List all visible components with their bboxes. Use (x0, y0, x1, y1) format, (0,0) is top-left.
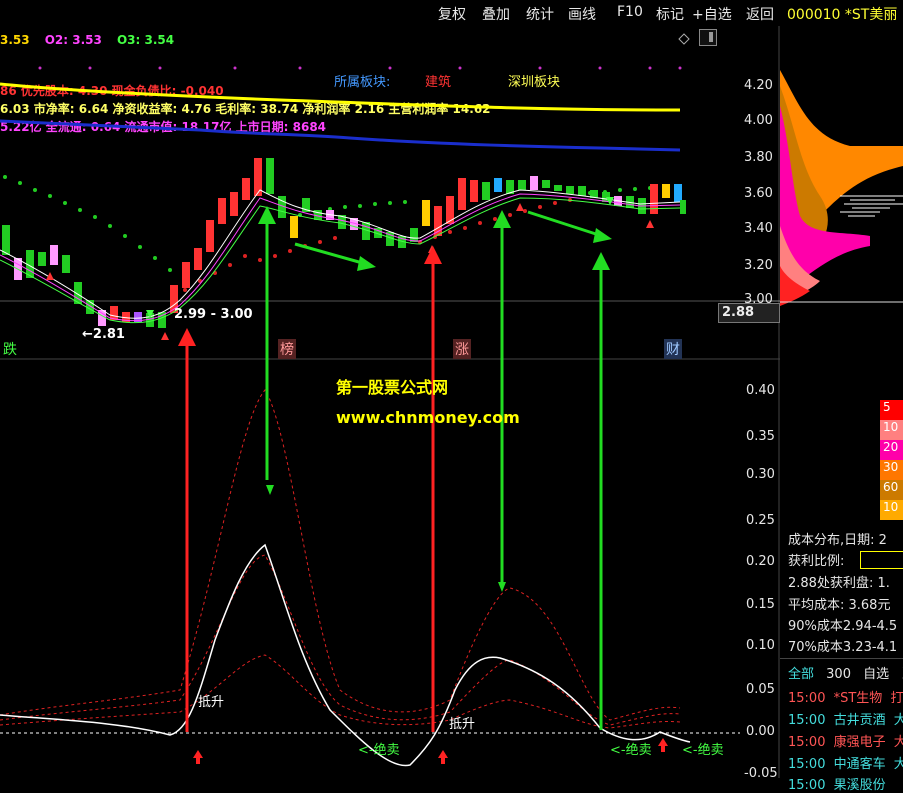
indicator-dashed-bands (0, 389, 681, 729)
ticker-row[interactable]: 15:00 中通客车 大 (788, 753, 903, 772)
market-tabs: 全部 300 自选 当 (788, 663, 903, 682)
ticker-extra: 大 (893, 713, 903, 728)
ticker-row[interactable]: 15:00 康强电子 大 (788, 731, 903, 750)
ticker-time: 15:00 (788, 691, 826, 706)
ma-long-yellow (0, 82, 681, 112)
avg-cost: 平均成本: 3.68元 (788, 598, 891, 613)
buy-signal-label-2: 抵升 (449, 717, 476, 732)
ticker-time: 15:00 (788, 757, 826, 772)
ticker-name: 中通客车 (833, 757, 886, 772)
down-arrow-markers (146, 197, 614, 318)
stock-title: 000010 *ST美丽 (787, 7, 898, 23)
candlesticks (2, 158, 686, 328)
sell-arrow-2 (493, 210, 511, 592)
sar-red-dots (183, 198, 572, 292)
right-panel: 成本分布,日期: 2 获利比例: 2.88处获利盘: 1. 平均成本: 3.68… (780, 26, 903, 793)
profit-bar (860, 551, 903, 569)
price-tick: 3.60 (744, 186, 773, 201)
indicator-tick: 0.40 (746, 383, 775, 398)
sell-signal-label-1: <-绝卖 (358, 743, 400, 758)
current-price-tag: 2.88 (718, 303, 780, 323)
ticker-name: *ST生物 (833, 691, 883, 706)
price-tick: 4.20 (744, 78, 773, 93)
buy-arrow-2 (424, 246, 442, 732)
cost-title: 成本分布,日期: 2 (788, 533, 887, 548)
ma-short-white (0, 189, 681, 319)
price-axis: 4.20 4.00 3.80 3.60 3.40 3.20 3.00 (744, 78, 773, 307)
indicator-tick: 0.05 (746, 682, 775, 697)
ticker-extra: 大 (893, 757, 903, 772)
sell-arrow-3 (592, 252, 610, 730)
ticker-extra: 大 (893, 735, 903, 750)
tab-all[interactable]: 全部 (788, 667, 814, 682)
indicator-tick: 0.25 (746, 513, 775, 528)
tag-zhang[interactable]: 涨 (453, 339, 471, 359)
buy-arrow-1 (178, 328, 196, 732)
cost-90: 90%成本2.94-4.5 (788, 619, 898, 634)
ticker-name: 果溪股份 (833, 778, 886, 793)
ma-long-blue (0, 119, 681, 152)
sell-arrow-1 (258, 206, 276, 495)
indicator-axis: 0.40 0.35 0.30 0.25 0.20 0.15 0.10 0.05 … (744, 383, 778, 778)
ticker-row[interactable]: 15:00 *ST生物 打 (788, 687, 903, 706)
sell-signal-label-2: <-绝卖 (610, 743, 652, 758)
tab-300[interactable]: 300 (826, 667, 851, 682)
top-dot-row (38, 66, 682, 70)
indicator-white-line (0, 543, 691, 767)
tag-bang[interactable]: 榜 (278, 339, 296, 359)
ticker-extra: 打 (890, 691, 903, 706)
price-tick: 3.20 (744, 258, 773, 273)
ticker-name: 康强电子 (833, 735, 886, 750)
price-tick: 3.40 (744, 221, 773, 236)
ticker-row[interactable]: 15:00 古井贡酒 大 (788, 709, 903, 728)
ticker-time: 15:00 (788, 778, 826, 793)
profit-label: 获利比例: (788, 554, 845, 569)
indicator-tick: 0.30 (746, 467, 775, 482)
watermark-title: 第一股票公式网 (336, 378, 449, 397)
indicator-tick: 0.10 (746, 638, 775, 653)
cost-70: 70%成本3.23-4.1 (788, 640, 898, 655)
range-label: 2.99 - 3.00 (174, 307, 253, 322)
indicator-tick: 0.15 (746, 597, 775, 612)
profit-line: 2.88处获利盘: 1. (788, 576, 890, 591)
price-tick: 4.00 (744, 113, 773, 128)
tag-die[interactable]: 跌 (3, 339, 17, 359)
tab-watchlist[interactable]: 自选 (863, 667, 889, 682)
tag-cai[interactable]: 财 (664, 339, 682, 359)
ticker-name: 古井贡酒 (833, 713, 886, 728)
ticker-time: 15:00 (788, 713, 826, 728)
ticker-time: 15:00 (788, 735, 826, 750)
ticker-row[interactable]: 15:00 果溪股份 (788, 774, 886, 793)
indicator-tick: 0.35 (746, 429, 775, 444)
trend-arrow-1 (294, 242, 376, 271)
indicator-tick: -0.05 (744, 766, 778, 778)
buy-signal-label-1: 抵升 (198, 695, 225, 710)
watermark-url: www.chnmoney.com (336, 408, 520, 427)
low-price-label: ←2.81 (82, 327, 125, 342)
indicator-tick: 0.00 (746, 724, 775, 739)
indicator-tick: 0.20 (746, 554, 775, 569)
price-tick: 3.80 (744, 150, 773, 165)
sell-signal-label-3: <-绝卖 (682, 743, 724, 758)
trend-arrow-2 (527, 210, 612, 243)
